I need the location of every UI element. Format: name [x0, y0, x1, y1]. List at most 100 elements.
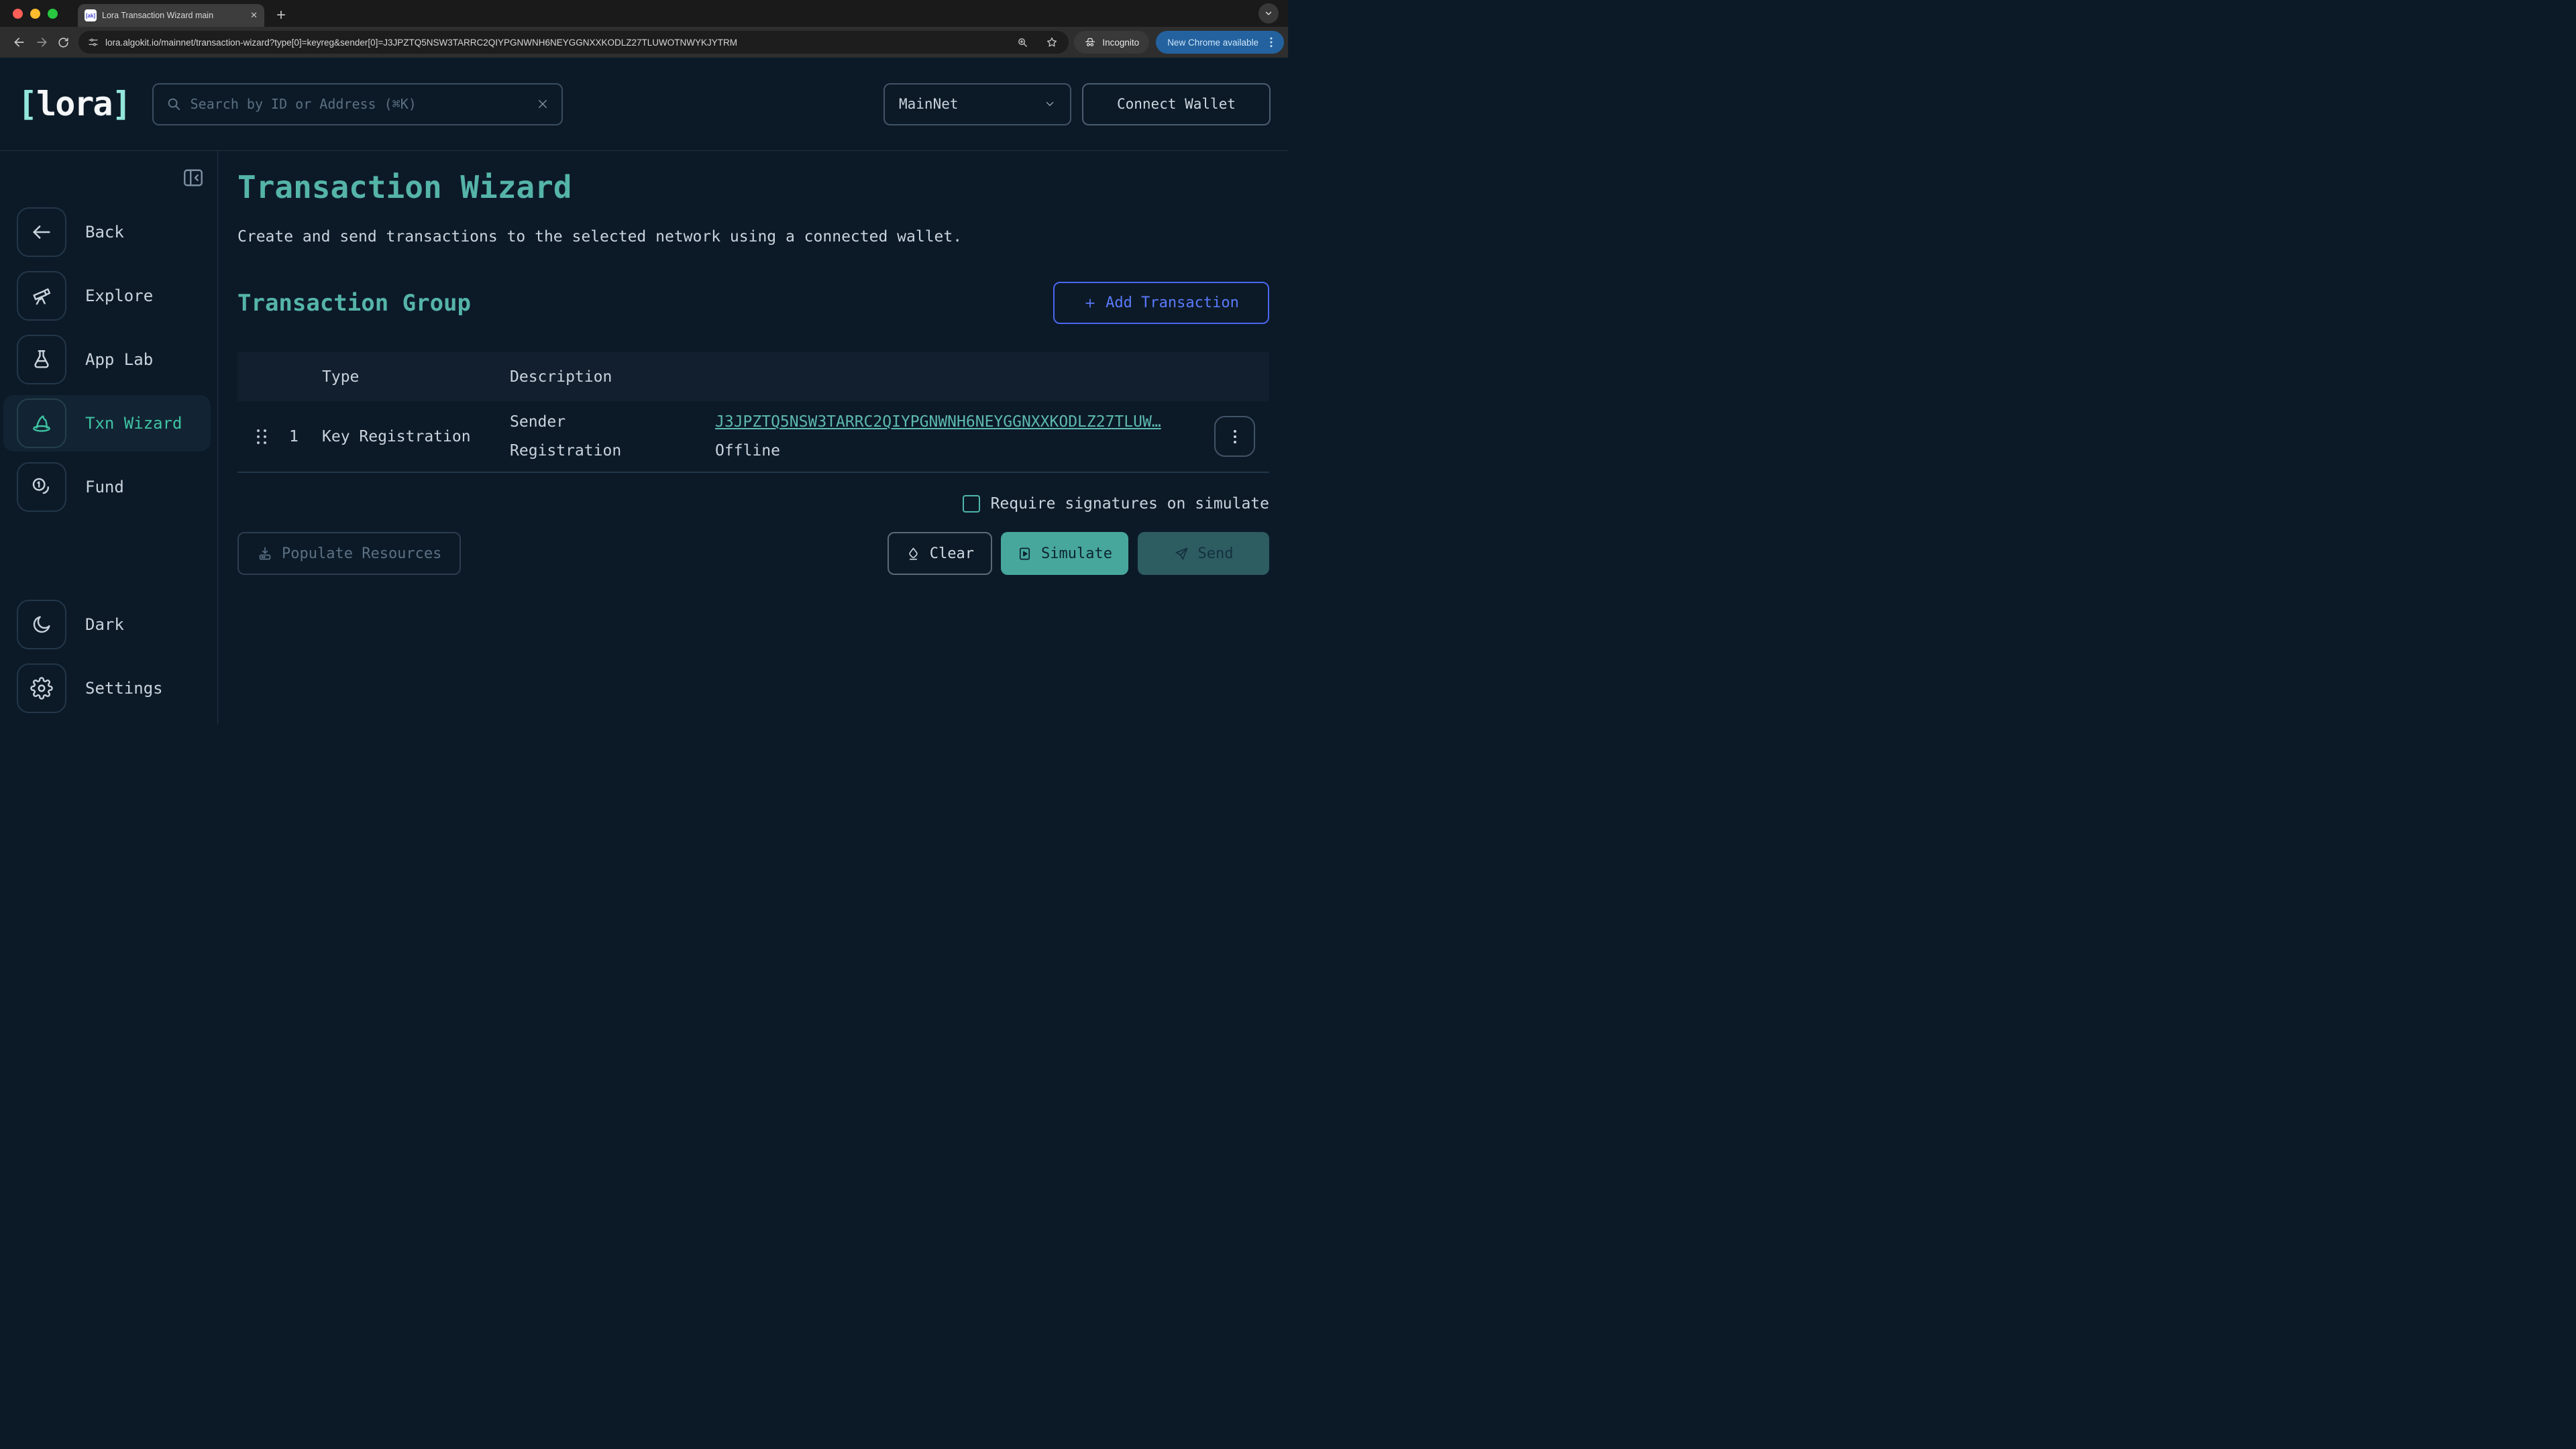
- search-clear-icon[interactable]: [537, 98, 549, 110]
- connect-wallet-label: Connect Wallet: [1117, 96, 1236, 112]
- field-label-registration: Registration: [510, 442, 715, 460]
- transaction-group-title: Transaction Group: [237, 290, 471, 317]
- plus-icon: [1083, 297, 1097, 310]
- sidebar-item-txn-wizard[interactable]: Txn Wizard: [3, 395, 211, 451]
- coins-icon: [17, 462, 66, 512]
- simulate-label: Simulate: [1041, 545, 1112, 562]
- simulate-options-row: Require signatures on simulate: [237, 495, 1269, 513]
- kebab-icon: [1233, 429, 1237, 445]
- traffic-lights: [13, 9, 58, 19]
- send-label: Send: [1198, 545, 1234, 562]
- minimize-window-button[interactable]: [30, 9, 40, 19]
- app-body: Back Explore App Lab: [0, 150, 1288, 724]
- sidebar-item-label: Explore: [85, 286, 153, 305]
- field-label-sender: Sender: [510, 413, 715, 431]
- sender-address-link[interactable]: J3JPZTQ5NSW3TARRC2QIYPGNWNH6NEYGGNXXKODL…: [715, 413, 1214, 431]
- network-selector-value: MainNet: [899, 96, 959, 112]
- sidebar-item-label: Dark: [85, 615, 124, 634]
- sidebar-item-settings[interactable]: Settings: [0, 663, 217, 713]
- telescope-icon: [17, 271, 66, 321]
- sidebar-item-label: Settings: [85, 679, 163, 698]
- logo-open-bracket: [: [17, 85, 36, 123]
- address-bar[interactable]: lora.algokit.io/mainnet/transaction-wiza…: [78, 31, 1069, 54]
- sidebar: Back Explore App Lab: [0, 151, 218, 724]
- app-header: [lora] MainNet Connect Wallet: [0, 58, 1288, 150]
- arrow-left-icon: [17, 207, 66, 257]
- eraser-icon: [906, 546, 921, 561]
- wizard-hat-icon: [17, 398, 66, 448]
- sidebar-item-theme-dark[interactable]: Dark: [0, 600, 217, 649]
- lora-logo[interactable]: [lora]: [17, 85, 131, 123]
- global-search[interactable]: [152, 83, 563, 125]
- sidebar-collapse-icon[interactable]: [181, 166, 205, 190]
- moon-icon: [17, 600, 66, 649]
- sidebar-item-fund[interactable]: Fund: [0, 462, 217, 512]
- populate-resources-button[interactable]: Populate Resources: [237, 532, 461, 575]
- send-plane-icon: [1174, 546, 1189, 561]
- browser-tab[interactable]: [ak] Lora Transaction Wizard main ✕: [78, 4, 264, 27]
- clear-button[interactable]: Clear: [888, 532, 992, 575]
- table-header-row: Type Description: [237, 352, 1269, 401]
- search-icon: [166, 97, 181, 111]
- site-settings-icon[interactable]: [88, 37, 99, 48]
- tab-close-icon[interactable]: ✕: [250, 10, 258, 21]
- add-transaction-button[interactable]: Add Transaction: [1053, 282, 1269, 324]
- download-tray-icon: [257, 545, 273, 561]
- zoom-page-icon[interactable]: [1012, 37, 1034, 48]
- simulate-button[interactable]: Simulate: [1001, 532, 1128, 575]
- browser-menu-kebab-icon: [1267, 37, 1276, 48]
- sidebar-item-app-lab[interactable]: App Lab: [0, 335, 217, 384]
- row-description: Sender J3JPZTQ5NSW3TARRC2QIYPGNWNH6NEYGG…: [510, 401, 1214, 472]
- browser-window: [ak] Lora Transaction Wizard main ✕ + lo…: [0, 0, 1288, 724]
- url-text: lora.algokit.io/mainnet/transaction-wiza…: [105, 38, 1005, 48]
- page-title: Transaction Wizard: [237, 169, 1269, 205]
- sidebar-item-label: Fund: [85, 478, 124, 496]
- logo-close-bracket: ]: [112, 85, 131, 123]
- require-signatures-checkbox[interactable]: [963, 495, 980, 513]
- zoom-window-button[interactable]: [48, 9, 58, 19]
- sidebar-item-explore[interactable]: Explore: [0, 271, 217, 321]
- close-window-button[interactable]: [13, 9, 23, 19]
- chevron-down-icon: [1044, 98, 1056, 110]
- new-tab-button[interactable]: +: [276, 7, 286, 23]
- chrome-update-button[interactable]: New Chrome available: [1156, 31, 1284, 54]
- populate-resources-label: Populate Resources: [282, 545, 441, 562]
- reload-icon[interactable]: [52, 32, 74, 54]
- transaction-table: Type Description 1 Key Registration Send…: [237, 352, 1269, 473]
- registration-value: Offline: [715, 442, 1214, 460]
- table-row: 1 Key Registration Sender J3JPZTQ5NSW3TA…: [237, 401, 1269, 473]
- incognito-icon: [1084, 36, 1096, 48]
- incognito-label: Incognito: [1102, 38, 1139, 48]
- bookmark-star-icon[interactable]: [1040, 36, 1063, 48]
- sidebar-item-back[interactable]: Back: [0, 207, 217, 257]
- column-header-type: Type: [322, 368, 510, 386]
- drag-handle-dots-icon: [257, 429, 289, 444]
- clear-label: Clear: [930, 545, 974, 562]
- back-icon[interactable]: [8, 32, 30, 54]
- incognito-badge: Incognito: [1074, 31, 1149, 54]
- network-selector[interactable]: MainNet: [883, 83, 1071, 125]
- row-index: 1: [289, 428, 322, 445]
- tab-favicon: [ak]: [85, 9, 97, 21]
- row-menu-cell: [1214, 416, 1269, 457]
- main-content: Transaction Wizard Create and send trans…: [218, 151, 1288, 724]
- row-menu-button[interactable]: [1214, 416, 1255, 457]
- search-input[interactable]: [191, 96, 527, 112]
- logo-word: lora: [36, 85, 111, 123]
- send-button[interactable]: Send: [1138, 532, 1269, 575]
- tab-search-chevron-icon[interactable]: [1258, 3, 1279, 23]
- connect-wallet-button[interactable]: Connect Wallet: [1082, 83, 1271, 125]
- actions-row: Populate Resources Clear Simulate Send: [237, 532, 1269, 575]
- page-subtitle: Create and send transactions to the sele…: [237, 228, 1269, 246]
- sidebar-footer: Dark Settings: [0, 600, 217, 724]
- column-header-description: Description: [510, 368, 612, 386]
- drag-handle[interactable]: [237, 429, 289, 444]
- browser-toolbar: lora.algokit.io/mainnet/transaction-wiza…: [0, 27, 1288, 58]
- lora-app: [lora] MainNet Connect Wallet: [0, 58, 1288, 724]
- transaction-group-header: Transaction Group Add Transaction: [237, 282, 1269, 324]
- require-signatures-label: Require signatures on simulate: [991, 495, 1269, 513]
- add-transaction-label: Add Transaction: [1106, 294, 1239, 311]
- play-screen-icon: [1017, 546, 1032, 561]
- sidebar-item-label: App Lab: [85, 350, 153, 369]
- forward-icon[interactable]: [30, 32, 52, 54]
